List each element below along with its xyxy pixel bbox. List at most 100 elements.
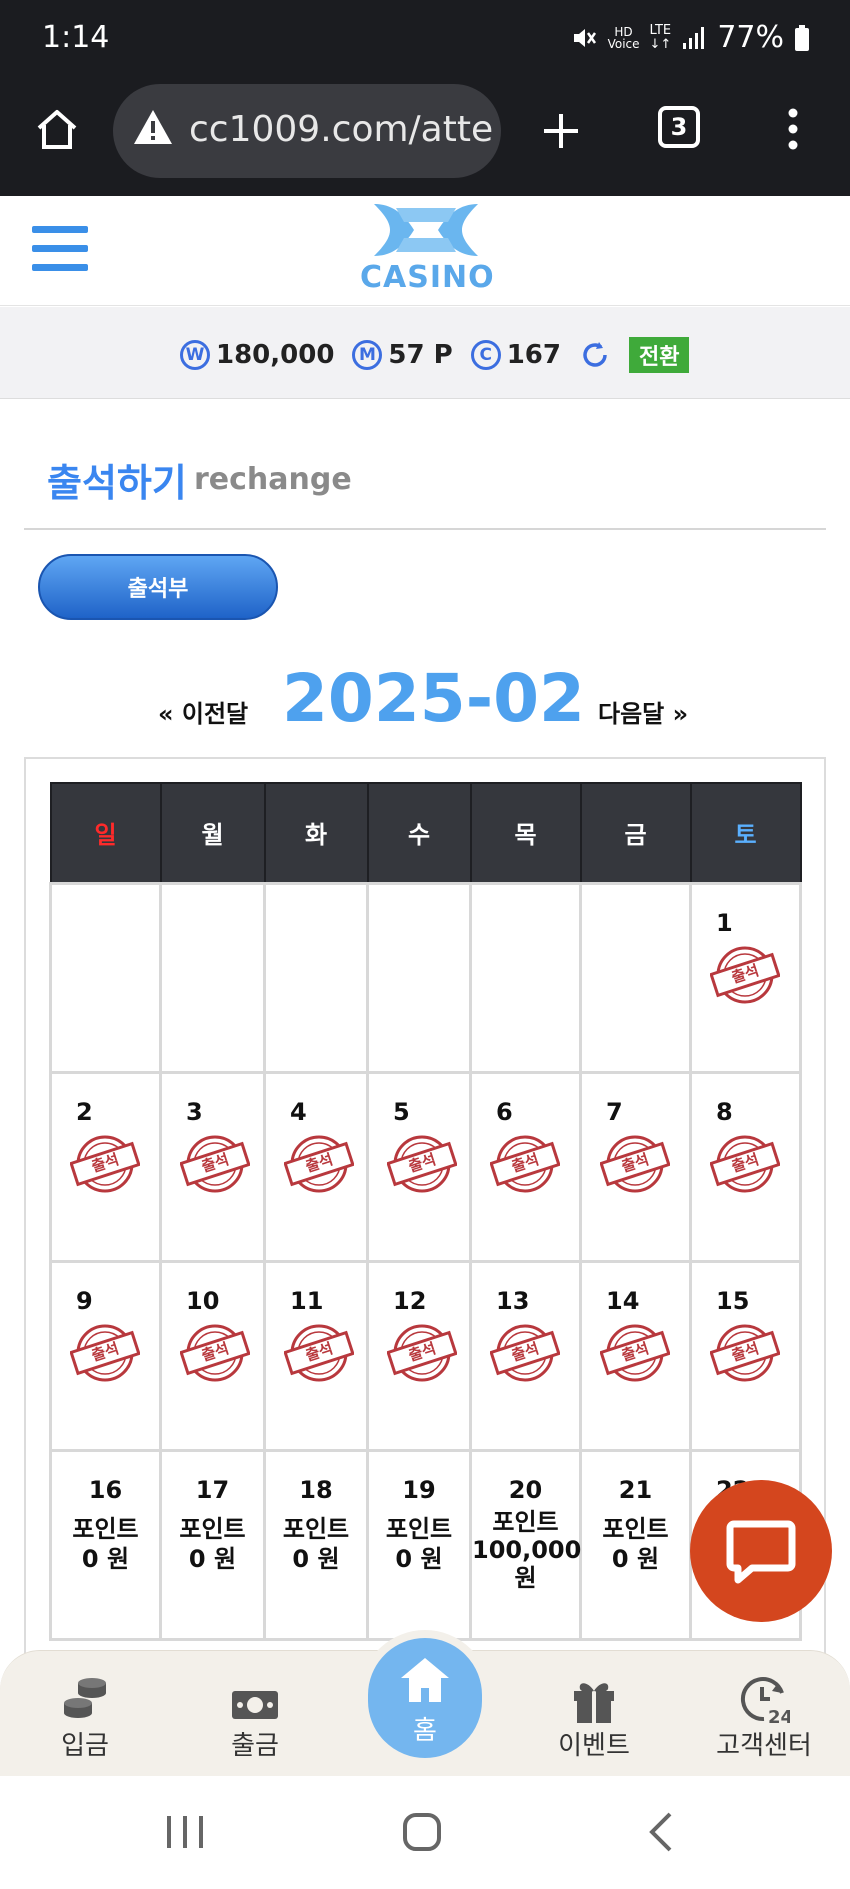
nav-withdraw[interactable]: 출금 — [195, 1663, 315, 1762]
nav-home[interactable]: 홈 — [360, 1630, 490, 1766]
calendar-day-cell: 9 출석 — [49, 1259, 162, 1452]
switch-button[interactable]: 전환 — [629, 337, 690, 373]
calendar-week-row: 2 출석 3 출석 4 출석 5 출석 6 출석 7 출석 8 출석 — [49, 1070, 802, 1263]
page-subtitle: rechange — [194, 462, 352, 497]
calendar-day-cell: 7 출석 — [579, 1070, 692, 1263]
calendar-day-cell: 1 출석 — [689, 881, 802, 1074]
attendance-book-button[interactable]: 출석부 — [38, 554, 278, 620]
weekday-header: 화 — [263, 782, 369, 884]
hamburger-menu-icon[interactable] — [32, 224, 88, 274]
home-house-icon — [401, 1658, 449, 1702]
day-number: 2 — [76, 1097, 93, 1126]
nav-withdraw-label: 출금 — [231, 1731, 279, 1761]
point-value: 57 P — [388, 340, 453, 370]
calendar-day-cell: 18 포인트 0 원 — [263, 1448, 369, 1641]
points-value: 0 원 — [395, 1544, 443, 1573]
title-divider — [24, 528, 826, 530]
points-value: 0 원 — [188, 1544, 237, 1573]
day-number: 18 — [299, 1475, 333, 1504]
nav-support[interactable]: 24 고객센터 — [704, 1663, 824, 1762]
day-number: 4 — [290, 1097, 307, 1126]
status-bar: 1:14 HD Voice LTE ↓↑ 77% — [0, 0, 850, 78]
won-balance: W 180,000 — [180, 340, 334, 370]
lte-icon: LTE ↓↑ — [649, 22, 672, 52]
home-icon[interactable] — [34, 106, 80, 152]
battery-icon — [795, 24, 809, 51]
coin-value: 167 — [506, 340, 561, 370]
prev-month-link[interactable]: « 이전달 — [158, 694, 248, 729]
day-number: 19 — [402, 1475, 436, 1504]
weekday-header: 수 — [366, 782, 472, 884]
browser-toolbar: cc1009.com/atte 3 — [0, 78, 850, 196]
status-time: 1:14 — [42, 20, 110, 55]
calendar-day-cell — [366, 881, 472, 1074]
calendar-day-cell: 8 출석 — [689, 1070, 802, 1263]
day-number: 17 — [195, 1475, 230, 1504]
daily-points: 포인트 0 원 — [162, 1514, 263, 1574]
calendar-day-cell — [49, 881, 162, 1074]
calendar-day-cell: 3 출석 — [159, 1070, 266, 1263]
day-number: 21 — [618, 1475, 653, 1504]
month-navigation: « 이전달 2025-02 다음달 » — [0, 660, 850, 737]
mute-icon — [573, 28, 596, 47]
weekday-header: 토 — [689, 782, 802, 884]
chat-bubble-icon — [726, 1520, 796, 1584]
url-text: cc1009.com/atte — [189, 109, 494, 150]
logo-text: CASINO — [360, 260, 495, 295]
day-number: 8 — [716, 1097, 733, 1126]
back-icon[interactable] — [648, 1812, 674, 1852]
nav-deposit-label: 입금 — [61, 1731, 109, 1761]
calendar-body: 1 출석 2 출석 3 출석 4 출석 5 출석 6 출석 7 출석 8 출석 9 출석 10 출석 11 출석 12 출석 1… — [49, 881, 802, 1641]
current-month-title: 2025-02 — [282, 660, 585, 737]
calendar-day-cell: 13 출석 — [469, 1259, 582, 1452]
points-value: 0 원 — [292, 1544, 340, 1573]
points-label: 포인트 — [492, 1507, 559, 1536]
daily-points: 포인트 100,000 원 — [472, 1507, 581, 1592]
calendar-day-cell: 15 출석 — [689, 1259, 802, 1452]
calendar-day-cell: 12 출석 — [366, 1259, 472, 1452]
calendar-week-row: 16 포인트 0 원 17 포인트 0 원 18 포인트 0 원 19 포인트 0 원 20 포인트 100… — [49, 1448, 802, 1641]
page-title: 출석하기 — [47, 461, 187, 505]
weekday-header-row: 일월화수목금토 — [49, 782, 802, 884]
site-logo[interactable]: CASINO — [356, 198, 496, 298]
battery-percent: 77% — [717, 20, 784, 55]
attendance-calendar: 일월화수목금토 1 출석 2 출석 3 출석 4 출석 5 출석 6 출석 7 출석 8 출석 9 출석 10 출석 1… — [49, 782, 802, 1641]
new-tab-icon[interactable] — [540, 110, 582, 152]
warning-icon — [134, 110, 172, 144]
tab-switcher-button[interactable]: 3 — [658, 106, 700, 148]
calendar-day-cell: 21 포인트 0 원 — [579, 1448, 692, 1641]
calendar-day-cell: 16 포인트 0 원 — [49, 1448, 162, 1641]
coin-balance: C 167 — [470, 340, 561, 370]
more-menu-icon[interactable] — [783, 106, 803, 152]
calendar-day-cell — [469, 881, 582, 1074]
calendar-day-cell — [579, 881, 692, 1074]
address-bar[interactable]: cc1009.com/atte — [113, 84, 501, 178]
calendar-day-cell: 11 출석 — [263, 1259, 369, 1452]
day-number: 13 — [496, 1286, 530, 1315]
nav-deposit[interactable]: 입금 — [25, 1663, 145, 1762]
home-circle-icon[interactable] — [402, 1812, 442, 1852]
weekday-header: 금 — [579, 782, 692, 884]
day-number: 1 — [716, 908, 733, 937]
points-label: 포인트 — [602, 1514, 669, 1543]
hd-voice-icon: HD Voice — [607, 24, 640, 51]
next-month-link[interactable]: 다음달 » — [598, 694, 688, 729]
logo-mark-icon — [374, 204, 478, 256]
nav-support-label: 고객센터 — [716, 1731, 812, 1761]
calendar-day-cell — [263, 881, 369, 1074]
calendar-day-cell: 4 출석 — [263, 1070, 369, 1263]
day-number: 3 — [186, 1097, 203, 1126]
day-number: 7 — [606, 1097, 623, 1126]
recent-apps-icon[interactable] — [165, 1814, 205, 1850]
calendar-day-cell: 5 출석 — [366, 1070, 472, 1263]
day-number: 12 — [393, 1286, 427, 1315]
refresh-icon[interactable] — [579, 339, 611, 371]
status-icons: HD Voice LTE ↓↑ 77% — [570, 20, 810, 55]
svg-text:24: 24 — [768, 1707, 790, 1725]
calendar-day-cell: 17 포인트 0 원 — [159, 1448, 266, 1641]
coin-icon: C — [470, 340, 501, 370]
won-icon: W — [180, 340, 210, 370]
chat-button[interactable] — [690, 1480, 832, 1622]
nav-event[interactable]: 이벤트 — [534, 1663, 654, 1762]
point-balance: M 57 P — [352, 340, 453, 370]
